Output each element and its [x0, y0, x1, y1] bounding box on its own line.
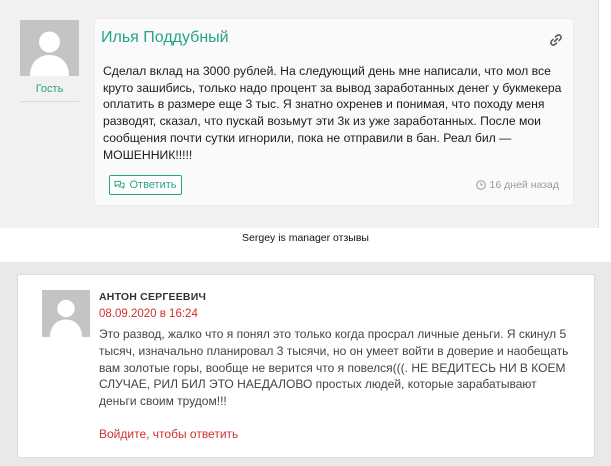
comment-author-name: Илья Поддубный	[101, 29, 229, 46]
time-ago-text: 16 дней назад	[489, 179, 559, 191]
speech-bubbles-icon	[114, 180, 125, 190]
login-to-reply-link[interactable]: Войдите, чтобы ответить	[99, 427, 238, 441]
clock-icon	[475, 180, 486, 190]
comment-card: АНТОН СЕРГЕЕВИЧ 08.09.2020 в 16:24 Это р…	[17, 274, 595, 458]
comment-panel-1: Гость Илья Поддубный Сделал вклад на 300…	[0, 0, 599, 228]
comment-timestamp: 16 дней назад	[475, 179, 559, 191]
comment-text: Сделал вклад на 3000 рублей. На следующи…	[103, 64, 562, 162]
comment-panel-2: АНТОН СЕРГЕЕВИЧ 08.09.2020 в 16:24 Это р…	[0, 262, 611, 466]
comment-author-column: Гость	[20, 20, 79, 102]
comment-author-name: АНТОН СЕРГЕЕВИЧ	[99, 291, 207, 303]
image-caption: Sergey is manager отзывы	[242, 232, 369, 244]
user-avatar-icon	[42, 290, 90, 337]
comment-card: Илья Поддубный Сделал вклад на 3000 рубл…	[94, 18, 574, 206]
comment-date[interactable]: 08.09.2020 в 16:24	[99, 308, 198, 320]
reply-button-label: Ответить	[129, 179, 177, 191]
reply-button[interactable]: Ответить	[109, 175, 182, 195]
user-avatar-icon	[20, 20, 79, 76]
comment-text: Это развод, жалко что я понял это только…	[99, 327, 569, 409]
author-role-label: Гость	[20, 83, 79, 102]
link-icon[interactable]	[549, 33, 563, 47]
